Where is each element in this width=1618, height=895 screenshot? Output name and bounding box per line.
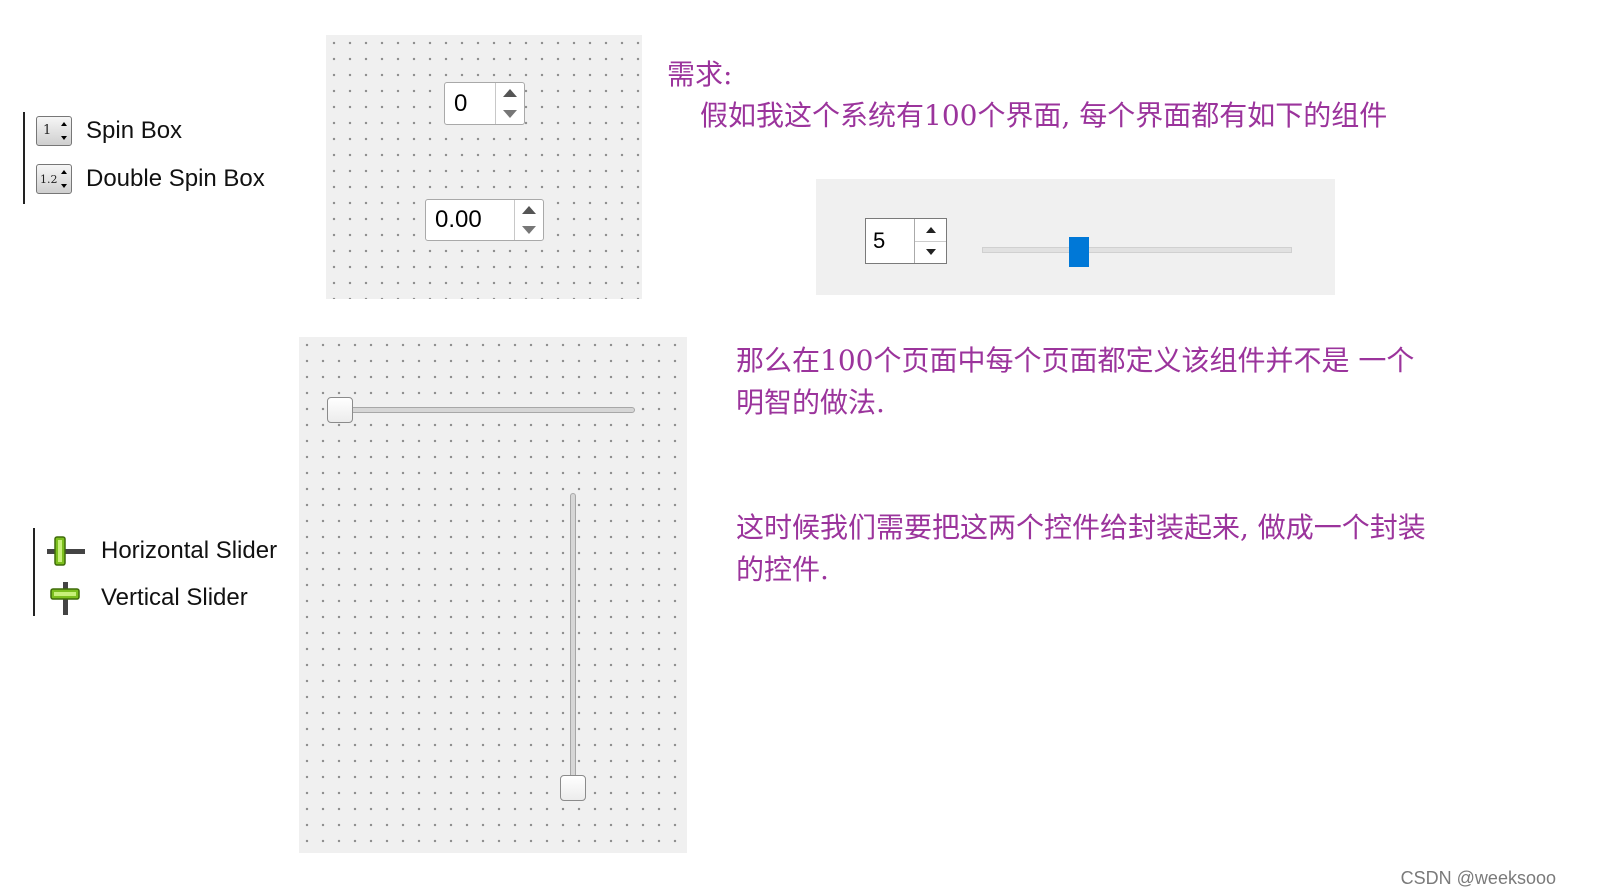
spin-box-icon-text: 1 <box>43 123 52 138</box>
composite-spin-up-button[interactable] <box>915 219 946 242</box>
double-spin-box-up-button[interactable] <box>515 200 543 220</box>
double-spin-box-icon-text: 1.2 <box>40 173 58 186</box>
spin-designer-canvas: 0 0.00 <box>326 35 642 299</box>
arrow-up-icon <box>522 206 536 214</box>
spin-box-icon: 1 <box>36 116 72 146</box>
slider-widget-palette: Horizontal Slider Vertical Slider <box>33 528 295 616</box>
palette-label-double-spin-box: Double Spin Box <box>86 165 265 192</box>
palette-label-vertical-slider: Vertical Slider <box>101 584 248 611</box>
spin-box-down-button[interactable] <box>496 104 524 125</box>
palette-item-spin-box[interactable]: 1 Spin Box <box>36 116 182 146</box>
paragraph-3-line-2: 的控件. <box>736 553 829 586</box>
double-spin-box-buttons <box>514 200 543 240</box>
double-spin-box-value: 0.00 <box>435 206 482 233</box>
palette-item-vertical-slider[interactable]: Vertical Slider <box>43 580 248 616</box>
horizontal-slider[interactable] <box>327 397 635 423</box>
horizontal-slider-handle[interactable] <box>327 397 353 423</box>
double-spin-box[interactable]: 0.00 <box>425 199 544 241</box>
spin-box[interactable]: 0 <box>444 82 525 125</box>
vertical-slider-handle[interactable] <box>560 775 586 801</box>
requirement-body: 假如我这个系统有100个界面, 每个界面都有如下的组件 <box>700 99 1388 132</box>
requirement-title: 需求: <box>667 58 733 91</box>
arrow-down-icon <box>503 109 517 118</box>
spin-box-buttons <box>495 83 524 124</box>
spin-box-up-button[interactable] <box>496 83 524 104</box>
watermark: CSDN @weeksooo <box>1400 868 1556 888</box>
double-spin-box-down-button[interactable] <box>515 220 543 240</box>
vertical-slider-groove <box>570 493 576 799</box>
spin-box-value: 0 <box>454 89 468 117</box>
composite-slider-groove <box>982 247 1292 253</box>
composite-spin-value: 5 <box>873 228 886 253</box>
vertical-slider[interactable] <box>560 493 586 801</box>
composite-slider-handle[interactable] <box>1069 237 1089 267</box>
composite-spin-down-button[interactable] <box>915 241 946 263</box>
composite-slider[interactable] <box>982 235 1292 267</box>
paragraph-2-line-2: 明智的做法. <box>736 386 885 419</box>
palette-item-horizontal-slider[interactable]: Horizontal Slider <box>43 534 277 568</box>
palette-label-horizontal-slider: Horizontal Slider <box>101 537 278 564</box>
arrow-down-icon <box>925 249 936 255</box>
arrow-down-icon <box>522 226 536 234</box>
arrow-up-icon <box>503 89 517 98</box>
slider-designer-canvas <box>299 337 687 853</box>
composite-spin-buttons <box>914 219 946 263</box>
palette-label-spin-box: Spin Box <box>86 117 183 144</box>
paragraph-2-line-1: 那么在100个页面中每个页面都定义该组件并不是 一个 <box>736 344 1415 377</box>
palette-item-double-spin-box[interactable]: 1.2 Double Spin Box <box>36 164 265 194</box>
vertical-slider-icon <box>50 582 80 615</box>
arrow-up-icon <box>925 227 936 233</box>
horizontal-slider-icon <box>47 536 85 566</box>
horizontal-slider-groove <box>329 407 635 413</box>
composite-spin-box[interactable]: 5 <box>865 218 947 264</box>
paragraph-3-line-1: 这时候我们需要把这两个控件给封装起来, 做成一个封装 <box>736 511 1426 544</box>
composite-widget-preview: 5 <box>816 179 1335 295</box>
spin-widget-palette: 1 Spin Box 1.2 Double Spin Box <box>23 112 285 204</box>
double-spin-box-icon: 1.2 <box>36 164 72 194</box>
